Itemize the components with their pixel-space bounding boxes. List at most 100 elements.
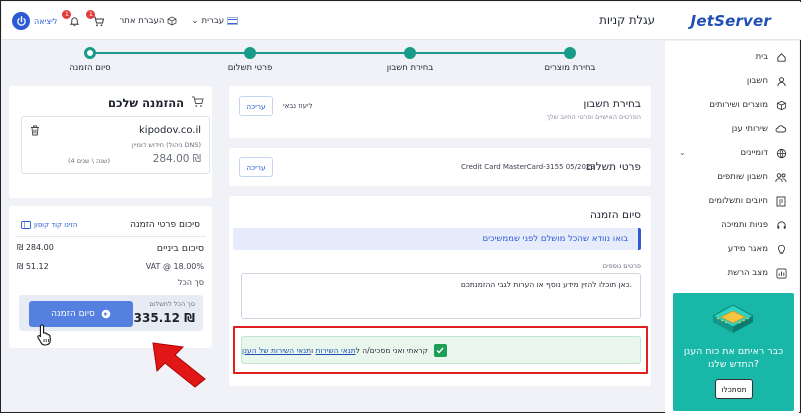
sidebar-item-home[interactable]: בית: [665, 45, 799, 69]
checkout-stepper: בחירת מוצרים בחירת חשבון פרטי תשלום סיום…: [13, 43, 656, 77]
cart-icon[interactable]: 1: [86, 10, 105, 28]
order-card: ההזמנה שלכם kipodov.co.il חידוש דומיין (…: [9, 86, 212, 198]
trash-icon[interactable]: [30, 125, 40, 136]
sidebar-item-label: חשבון שותפים: [717, 172, 768, 182]
sidebar-item-support[interactable]: פניות ותמיכה: [665, 213, 799, 237]
total-row: סך הכל: [17, 278, 204, 292]
subtotal-value: 284.00 ₪: [17, 243, 54, 252]
language-selector[interactable]: ⌄ עברית: [191, 16, 239, 26]
billing-icon: [775, 195, 787, 207]
coupon-link[interactable]: הזינו קוד קופון: [21, 221, 77, 229]
sidebar-item-knowledge[interactable]: מאגר מידע: [665, 237, 799, 261]
info-notice: בואו נוודא שהכל מושלם לפני שממשיכים: [233, 228, 641, 250]
product-description: חידוש דומיין (ניהול DNS): [131, 141, 201, 149]
chip-illustration: [711, 304, 755, 333]
user-icon: [775, 75, 787, 87]
account-card: בחירת חשבון הפרטים האישיים ופרטי החיוב ש…: [229, 86, 651, 138]
step-label-finish: סיום הזמנה: [69, 63, 111, 73]
subtotal-label: סיכום ביניים: [156, 243, 204, 254]
total-label: סך הכל: [177, 278, 204, 287]
place-order-label: סיום הזמנה: [51, 309, 95, 319]
sidebar-item-label: בית: [755, 52, 768, 62]
order-title: ההזמנה שלכם: [107, 96, 184, 110]
promo-line-1: כבר ראיתם את כוח הענן: [683, 346, 784, 357]
vat-value: 51.12 ₪: [17, 262, 49, 271]
sidebar-item-label: דומיינים: [740, 148, 768, 158]
sidebar-item-label: שירותי ענן: [731, 124, 768, 134]
vat-row: VAT @ 18.00% 51.12 ₪: [17, 262, 204, 276]
cloud-icon: [775, 123, 787, 135]
account-card-title: בחירת חשבון: [583, 98, 641, 110]
globe-icon: [775, 147, 787, 159]
home-icon: [775, 51, 787, 63]
step-dot-1: [564, 47, 576, 59]
chevron-down-icon: ⌄: [191, 16, 199, 26]
product-price: 284.00 ₪: [152, 153, 201, 165]
sidebar-item-domains[interactable]: ⌄ דומיינים: [665, 141, 799, 165]
promo-text: כבר ראיתם את כוח הענן החדש שלנו?: [679, 345, 788, 371]
app-window: JetServer עגלת קניות ליציאה 1 1 העברת את…: [0, 0, 801, 413]
arrow-circle-icon: [101, 309, 111, 319]
box-icon: [168, 16, 177, 26]
account-card-subtitle: הפרטים האישיים ופרטי החיוב שלך: [546, 113, 641, 121]
subtotal-row: סיכום ביניים 284.00 ₪: [17, 243, 204, 257]
partners-icon: [775, 171, 787, 183]
step-label-products[interactable]: בחירת מוצרים: [520, 63, 620, 73]
chevron-down-icon[interactable]: ⌄: [679, 148, 686, 157]
finish-card-title: סיום הזמנה: [589, 209, 641, 221]
total-to-pay-value: 335.12 ₪: [133, 311, 195, 325]
top-header: JetServer עגלת קניות ליציאה 1 1 העברת את…: [2, 2, 801, 40]
sidebar-item-products[interactable]: מוצרים ושירותים: [665, 93, 799, 117]
knowledge-icon: [775, 243, 787, 255]
summary-title: סיכום פרטי הזמנה: [130, 220, 200, 230]
red-arrow-icon: [152, 342, 206, 388]
top-actions: ליציאה 1 1 העברת אתר ⌄ עברית: [12, 10, 239, 31]
sidebar-item-cloud[interactable]: שירותי ענן: [665, 117, 799, 141]
page-title: עגלת קניות: [599, 13, 655, 27]
notes-textarea[interactable]: כאן תוכלו להזין מידע נוסף או הערות לגבי …: [241, 273, 641, 319]
vat-label: VAT @ 18.00%: [145, 262, 204, 271]
box-icon: [775, 99, 787, 111]
sidebar-item-billing[interactable]: חיובים ותשלומים: [665, 189, 799, 213]
stepper-line: [89, 52, 570, 54]
step-dot-4: [84, 47, 96, 59]
hand-cursor-icon: [37, 324, 51, 346]
divider: [15, 236, 206, 237]
step-label-payment[interactable]: פרטי תשלום: [200, 63, 300, 73]
notes-label: פרטים נוספים: [602, 262, 641, 270]
notification-bell-icon[interactable]: 1: [62, 10, 81, 28]
site-migration-link[interactable]: העברת אתר: [119, 16, 177, 26]
edit-account-button[interactable]: עריכה: [239, 96, 273, 116]
sidebar-item-partners[interactable]: חשבון שותפים: [665, 165, 799, 189]
coupon-label: הזינו קוד קופון: [34, 221, 78, 229]
sidebar: בית חשבון מוצרים ושירותים שירותי ענן ⌄ ד…: [665, 41, 799, 413]
promo-button[interactable]: תסתכלו: [715, 379, 753, 399]
sidebar-item-account[interactable]: חשבון: [665, 69, 799, 93]
logout-power-icon[interactable]: [12, 12, 30, 30]
cart-icon: [192, 96, 204, 107]
account-name: ליעוז נבאי: [283, 102, 313, 110]
step-dot-3: [244, 47, 256, 59]
sidebar-item-label: מצב הרשת: [727, 268, 768, 278]
total-to-pay-label: סך הכל לתשלום: [149, 300, 195, 308]
support-icon: [775, 219, 787, 231]
edit-payment-button[interactable]: עריכה: [239, 157, 273, 177]
sidebar-item-label: מאגר מידע: [727, 244, 768, 254]
promo-banner: כבר ראיתם את כוח הענן החדש שלנו? תסתכלו: [673, 293, 794, 411]
product-item: kipodov.co.il חידוש דומיין (ניהול DNS) 2…: [21, 116, 210, 174]
sidebar-item-network[interactable]: מצב הרשת: [665, 261, 799, 285]
product-name: kipodov.co.il: [139, 125, 201, 136]
site-migration-label: העברת אתר: [119, 16, 165, 26]
highlight-box: [233, 326, 648, 374]
payment-method: Credit Card MasterCard-3155 05/2029: [461, 163, 595, 171]
coupon-icon: [21, 221, 31, 229]
logout-link[interactable]: ליציאה: [34, 17, 57, 26]
sidebar-item-label: חשבון: [746, 76, 768, 86]
promo-line-2: החדש שלנו?: [708, 359, 759, 370]
sidebar-item-label: פניות ותמיכה: [721, 220, 768, 230]
step-label-account[interactable]: בחירת חשבון: [360, 63, 460, 73]
step-dot-2: [404, 47, 416, 59]
payment-card: פרטי תשלום Credit Card MasterCard-3155 0…: [229, 148, 651, 186]
network-icon: [775, 267, 787, 279]
logo[interactable]: JetServer: [691, 12, 771, 30]
